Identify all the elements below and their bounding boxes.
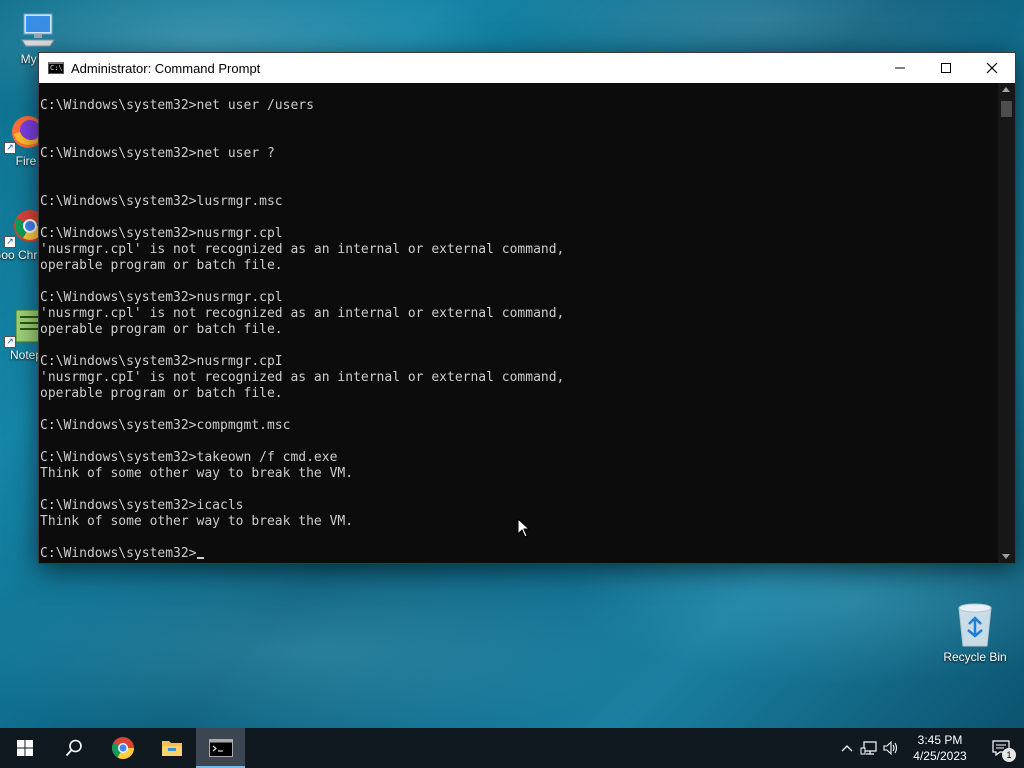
console-line: C:\Windows\system32>nusrmgr.cpI [40,354,283,369]
desktop-icon-label: Recycle Bin [943,650,1007,664]
network-button[interactable] [858,728,880,768]
console-line: operable program or batch file. [40,386,283,401]
window-controls [877,53,1015,83]
notification-count-badge: 1 [1002,748,1016,762]
window-title: Administrator: Command Prompt [71,60,261,76]
close-button[interactable] [969,53,1015,83]
console-line: C:\Windows\system32>nusrmgr.cpl [40,226,283,241]
shortcut-arrow-icon: ↗ [4,236,16,248]
network-icon [860,741,877,755]
scroll-up-icon[interactable] [1002,87,1010,92]
recycle-bin-icon [953,600,997,648]
console-line: C:\Windows\system32>net user /users [40,98,314,113]
text-cursor [196,557,204,559]
chevron-up-icon [841,745,853,752]
action-center-button[interactable]: 1 [978,728,1024,768]
maximize-button[interactable] [923,53,969,83]
minimize-button[interactable] [877,53,923,83]
computer-icon [18,10,58,50]
command-prompt-window[interactable]: C:\. Administrator: Command Prompt C:\Wi… [38,52,1016,564]
clock-time: 3:45 PM [917,733,963,747]
console-line: Think of some other way to break the VM. [40,466,354,481]
console-line: operable program or batch file. [40,322,283,337]
console-line: C:\Windows\system32>takeown /f cmd.exe [40,450,338,465]
console-line: C:\Windows\system32>lusrmgr.msc [40,194,283,209]
scroll-down-icon[interactable] [1002,554,1010,559]
scroll-thumb[interactable] [1001,101,1012,117]
console-line: 'nusrmgr.cpl' is not recognized as an in… [40,242,565,257]
volume-button[interactable] [880,728,902,768]
taskbar-chrome[interactable] [98,728,147,768]
console-line: 'nusrmgr.cpI' is not recognized as an in… [40,370,565,385]
system-tray: 3:45 PM 4/25/2023 1 [836,728,1024,768]
folder-icon [161,741,182,756]
console-line: C:\Windows\system32>net user ? [40,146,275,161]
shortcut-arrow-icon: ↗ [4,142,16,154]
windows-logo-icon [16,740,33,756]
console-scrollbar[interactable] [998,83,1015,563]
desktop-icon-recycle-bin[interactable]: Recycle Bin [940,600,1010,664]
taskbar-command-prompt[interactable] [196,728,245,768]
console-line: C:\Windows\system32>icacls [40,498,244,513]
start-button[interactable] [0,728,49,768]
console-line: 'nusrmgr.cpl' is not recognized as an in… [40,306,565,321]
mouse-pointer-icon [517,518,531,538]
taskbar: 3:45 PM 4/25/2023 1 [0,728,1024,768]
command-prompt-icon [208,739,233,757]
console-prompt: C:\Windows\system32> [40,546,197,561]
chrome-icon [111,737,134,759]
speaker-icon [883,741,898,755]
taskbar-file-explorer[interactable] [147,728,196,768]
console-line: C:\Windows\system32>nusrmgr.cpl [40,290,283,305]
maximize-icon [941,63,951,73]
window-titlebar[interactable]: C:\. Administrator: Command Prompt [39,53,1015,83]
close-icon [986,62,998,74]
show-hidden-icons-button[interactable] [836,728,858,768]
clock-date: 4/25/2023 [913,749,967,763]
console-prompt-line: C:\Windows\system32> [40,546,999,562]
taskbar-clock[interactable]: 3:45 PM 4/25/2023 [902,732,978,764]
command-prompt-icon: C:\. [48,62,67,74]
console-line: operable program or batch file. [40,258,283,273]
search-icon [65,739,82,757]
shortcut-arrow-icon: ↗ [4,336,16,348]
console-line: C:\Windows\system32>compmgmt.msc [40,418,291,433]
search-button[interactable] [49,728,98,768]
minimize-icon [895,67,905,69]
console-output[interactable]: C:\Windows\system32>net user /users C:\Wi… [39,83,999,563]
